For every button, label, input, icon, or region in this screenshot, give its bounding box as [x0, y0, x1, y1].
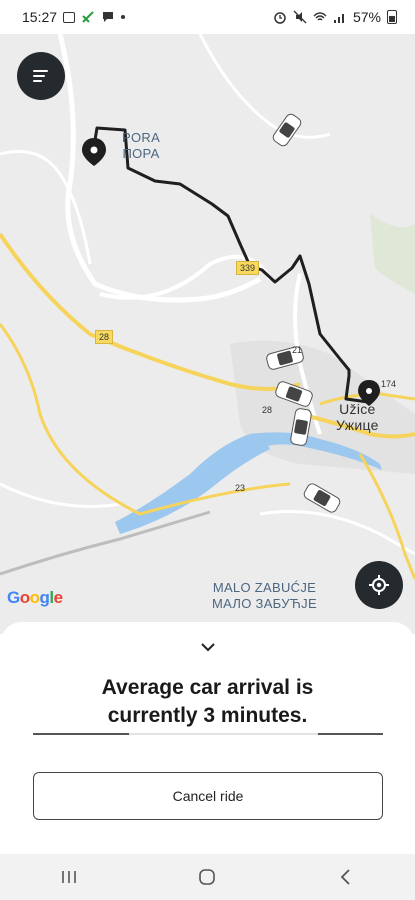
recents-icon	[62, 871, 76, 883]
arrival-line-1: Average car arrival is	[101, 676, 314, 699]
search-progress-bar	[33, 733, 383, 735]
pora-cyrillic: ПОРА	[122, 146, 160, 161]
cancel-ride-button[interactable]: Cancel ride	[33, 772, 383, 820]
status-left: 15:27	[22, 9, 126, 25]
map-view[interactable]: PORA ПОРА Užice Ужице MALO ZABUĆJE МАЛО …	[0, 34, 415, 634]
signal-icon	[333, 14, 344, 23]
progress-segment-right	[318, 733, 383, 735]
message-icon	[103, 12, 114, 22]
progress-segment-left	[33, 733, 129, 735]
chevron-down-icon[interactable]	[198, 640, 218, 654]
menu-icon-line	[33, 75, 45, 77]
dot-icon	[121, 15, 126, 19]
back-button[interactable]	[326, 862, 366, 892]
back-icon	[340, 869, 350, 885]
road-number-28b: 28	[262, 405, 273, 415]
alarm-icon	[274, 12, 286, 24]
pora-latin: PORA	[122, 130, 161, 145]
recents-button[interactable]	[49, 862, 89, 892]
google-logo: Google	[7, 588, 63, 607]
system-nav-bar	[0, 854, 415, 900]
road-number-28: 28	[95, 330, 114, 344]
home-icon	[199, 869, 216, 885]
malo-cyrillic: МАЛО ЗАБУЋЈЕ	[212, 596, 317, 611]
arrival-line-2: currently 3 minutes.	[107, 704, 308, 727]
locate-icon	[369, 575, 389, 595]
road-number-339: 339	[236, 261, 260, 275]
battery-icon	[387, 10, 397, 24]
wifi-icon	[313, 12, 327, 21]
place-label-uzice: Užice Ужице	[336, 401, 379, 433]
road-number-21: 21	[292, 345, 303, 355]
menu-button[interactable]	[17, 52, 65, 100]
status-time: 15:27	[22, 9, 58, 25]
place-label-pora: PORA ПОРА	[122, 130, 160, 162]
map-canvas	[0, 34, 415, 634]
uzice-latin: Užice	[339, 401, 376, 417]
arrival-message: Average car arrival is currently 3 minut…	[0, 674, 415, 730]
road-number-23: 23	[235, 483, 246, 493]
malo-latin: MALO ZABUĆJE	[212, 580, 317, 595]
road-number-174: 174	[381, 379, 397, 389]
status-bar: 15:27 57%	[0, 0, 415, 34]
bottom-sheet: Average car arrival is currently 3 minut…	[0, 622, 415, 854]
status-right: 57%	[273, 9, 397, 25]
gallery-icon	[63, 11, 76, 23]
battery-percent: 57%	[352, 9, 381, 25]
locate-button[interactable]	[355, 561, 403, 609]
menu-icon	[33, 70, 48, 72]
place-label-malo-zabucje: MALO ZABUĆJE МАЛО ЗАБУЋЈЕ	[212, 580, 317, 612]
no-signal-icon	[82, 11, 94, 23]
uzice-cyrillic: Ужице	[336, 417, 379, 433]
mute-icon	[293, 10, 307, 24]
home-button[interactable]	[187, 862, 227, 892]
menu-icon-line	[33, 80, 42, 82]
